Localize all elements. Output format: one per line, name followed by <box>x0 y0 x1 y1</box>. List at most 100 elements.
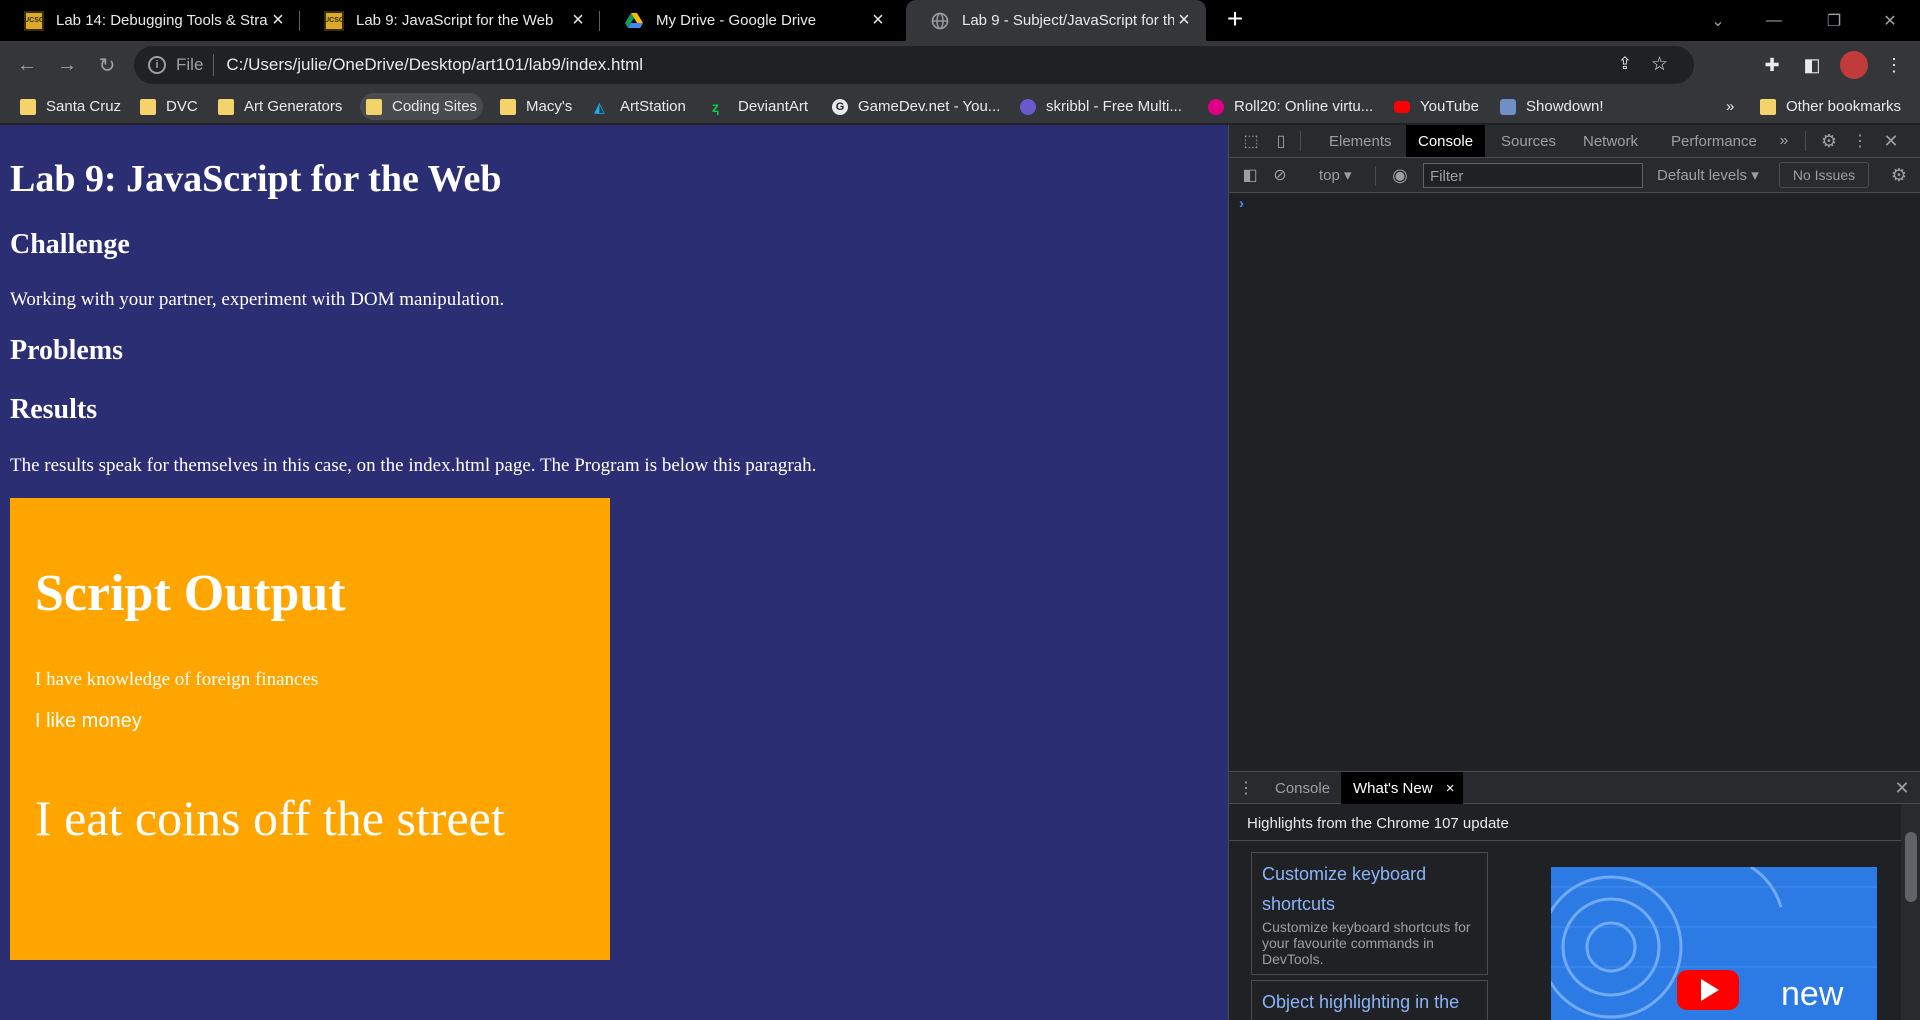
console-settings-icon[interactable]: ⚙ <box>1888 164 1910 186</box>
close-icon[interactable]: × <box>268 9 288 31</box>
tab-title: Lab 9: JavaScript for the Web <box>356 12 554 29</box>
close-icon[interactable]: × <box>868 9 888 31</box>
card-title[interactable]: Object highlighting in the <box>1262 987 1477 1017</box>
bookmark-folder[interactable]: Macy's <box>494 93 578 120</box>
bookmark-link[interactable]: YouTube <box>1388 93 1485 120</box>
device-toolbar-icon[interactable]: ▯ <box>1270 130 1292 152</box>
forward-icon[interactable]: → <box>51 49 83 81</box>
scrollbar-thumb[interactable] <box>1905 832 1917 902</box>
extensions-icon[interactable]: ✚ <box>1760 53 1784 77</box>
bookmark-link[interactable]: ◭ ArtStation <box>588 93 692 120</box>
window-close-icon[interactable]: ✕ <box>1862 0 1918 41</box>
avatar[interactable] <box>1840 51 1868 79</box>
problems-heading: Problems <box>10 335 124 366</box>
tab-search-icon[interactable]: ⌄ <box>1690 0 1746 41</box>
bookmark-link[interactable]: Showdown! <box>1494 93 1610 120</box>
bookmark-label: Macy's <box>526 98 573 115</box>
tab-lab9[interactable]: UCSC Lab 9: JavaScript for the Web × <box>300 0 600 41</box>
restore-icon[interactable]: ❐ <box>1806 0 1862 41</box>
bookmark-folder[interactable]: Santa Cruz <box>14 93 127 120</box>
bookmark-label: Other bookmarks <box>1786 98 1902 115</box>
divider <box>1805 131 1806 151</box>
bookmark-label: DVC <box>166 98 198 115</box>
new-tab-button[interactable]: + <box>1220 5 1250 35</box>
context-selector[interactable]: top ▾ <box>1319 166 1352 184</box>
bookmark-folder[interactable]: Art Generators <box>212 93 348 120</box>
feature-card[interactable]: Object highlighting in the <box>1251 980 1488 1020</box>
globe-icon <box>930 11 950 31</box>
other-bookmarks[interactable]: Other bookmarks <box>1754 93 1907 120</box>
drawer-menu-icon[interactable]: ⋮ <box>1235 777 1257 799</box>
tab-google-drive[interactable]: My Drive - Google Drive × <box>600 0 900 41</box>
tab-lab9-subject[interactable]: Lab 9 - Subject/JavaScript for the × <box>906 0 1206 41</box>
whats-new-video-thumbnail[interactable]: new <box>1551 867 1877 1020</box>
tab-performance[interactable]: Performance <box>1659 125 1769 157</box>
issues-button[interactable]: No Issues <box>1779 162 1869 188</box>
bookmarks-bar: Santa Cruz DVC Art Generators Coding Sit… <box>0 89 1920 124</box>
bookmark-link[interactable]: skribbl - Free Multi... <box>1014 93 1188 120</box>
close-devtools-icon[interactable]: ✕ <box>1880 130 1902 152</box>
folder-icon <box>500 98 516 115</box>
drawer-scrollbar[interactable] <box>1901 804 1920 1020</box>
url-text[interactable]: C:/Users/julie/OneDrive/Desktop/art101/l… <box>226 55 643 75</box>
close-icon[interactable]: × <box>1174 9 1194 31</box>
inspect-icon[interactable]: ⬚ <box>1240 130 1262 152</box>
bookmark-label: Santa Cruz <box>46 98 122 115</box>
bookmark-star-icon[interactable]: ☆ <box>1651 53 1668 76</box>
more-tabs-icon[interactable]: » <box>1773 130 1795 152</box>
menu-icon[interactable]: ⋮ <box>1849 130 1871 152</box>
card-description: Customize keyboard shortcuts for your fa… <box>1262 919 1471 967</box>
side-panel-icon[interactable]: ◧ <box>1800 53 1824 77</box>
share-icon[interactable]: ⇪ <box>1618 54 1632 74</box>
bookmark-link[interactable]: ⱬ DeviantArt <box>706 93 814 120</box>
bookmark-label: YouTube <box>1420 98 1479 115</box>
filter-input[interactable]: Filter <box>1423 163 1643 188</box>
close-icon[interactable]: × <box>1446 780 1455 797</box>
gamedev-icon: G <box>832 98 848 115</box>
bookmark-folder[interactable]: DVC <box>134 93 204 120</box>
drawer-tab-whats-new[interactable]: What's New × <box>1341 772 1463 804</box>
output-line: I eat coins off the street <box>35 790 505 846</box>
feature-card[interactable]: Customize keyboard shortcuts Customize k… <box>1251 852 1488 975</box>
bookmark-link[interactable]: Roll20: Online virtu... <box>1202 93 1379 120</box>
page-title: Lab 9: JavaScript for the Web <box>10 158 502 200</box>
clear-console-icon[interactable]: ⊘ <box>1269 164 1291 186</box>
roll20-icon <box>1208 98 1224 115</box>
sidebar-toggle-icon[interactable]: ◧ <box>1239 164 1261 186</box>
tab-console[interactable]: Console <box>1406 125 1486 157</box>
menu-icon[interactable]: ⋮ <box>1882 53 1906 77</box>
bookmark-folder[interactable]: Coding Sites <box>360 93 484 120</box>
tab-lab14[interactable]: UCSC Lab 14: Debugging Tools & Strate × <box>0 0 300 41</box>
whats-new-heading: Highlights from the Chrome 107 update <box>1247 815 1509 832</box>
output-line: I have knowledge of foreign finances <box>35 669 319 690</box>
settings-icon[interactable]: ⚙ <box>1818 130 1840 152</box>
artstation-icon: ◭ <box>594 98 605 115</box>
scheme-label: File <box>176 55 204 74</box>
tab-title: Lab 9 - Subject/JavaScript for the <box>962 12 1174 29</box>
tab-network[interactable]: Network <box>1571 125 1650 157</box>
console-prompt[interactable]: › <box>1239 195 1244 212</box>
back-icon[interactable]: ← <box>11 49 43 81</box>
card-title[interactable]: Customize keyboard shortcuts <box>1262 859 1477 919</box>
tab-strip: UCSC Lab 14: Debugging Tools & Strate × … <box>0 0 1920 41</box>
more-bookmarks-icon[interactable]: » <box>1720 93 1740 120</box>
close-icon[interactable]: × <box>568 9 588 31</box>
devtools-tabbar: ⬚ ▯ Elements Console Sources Network Per… <box>1229 125 1920 158</box>
drawer-tab-console[interactable]: Console <box>1263 772 1342 804</box>
info-icon[interactable]: i <box>148 56 166 74</box>
eye-icon[interactable]: ◉ <box>1389 164 1411 186</box>
log-levels-dropdown[interactable]: Default levels ▾ <box>1657 166 1759 184</box>
close-drawer-icon[interactable]: ✕ <box>1891 777 1913 799</box>
reload-icon[interactable]: ↻ <box>91 49 123 81</box>
tab-elements[interactable]: Elements <box>1317 125 1404 157</box>
results-heading: Results <box>10 394 98 425</box>
minimize-icon[interactable]: — <box>1746 0 1802 41</box>
tab-sources[interactable]: Sources <box>1489 125 1568 157</box>
output-line: I like money <box>35 710 142 732</box>
devtools-drawer: ⋮ Console What's New × ✕ Highlights from … <box>1229 771 1920 1020</box>
results-text: The results speak for themselves in this… <box>10 455 817 476</box>
bookmark-link[interactable]: G GameDev.net - You... <box>826 93 1006 120</box>
google-drive-icon <box>624 11 644 31</box>
address-bar[interactable]: i File C:/Users/julie/OneDrive/Desktop/a… <box>134 46 1694 84</box>
divider <box>213 54 215 76</box>
